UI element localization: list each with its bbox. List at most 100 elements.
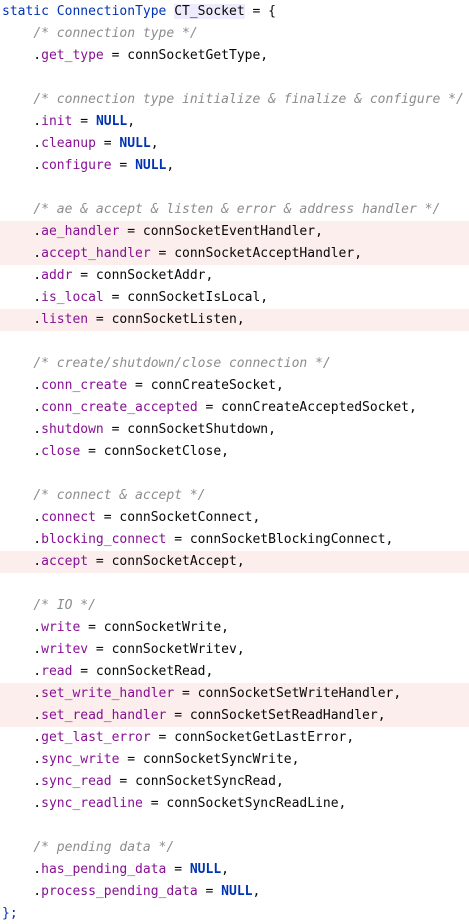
code-token: = connSocketSetReadHandler, (166, 708, 386, 723)
struct-field-name: accept (41, 554, 89, 569)
code-line[interactable]: /* connection type */ (0, 23, 469, 45)
code-line-highlighted[interactable]: .listen = connSocketListen, (0, 309, 469, 331)
code-token: . (2, 774, 42, 789)
code-token: = connSocketAddr, (72, 268, 214, 283)
code-token: . (2, 686, 42, 701)
code-line[interactable]: /* create/shutdown/close connection */ (0, 353, 469, 375)
struct-field-name: addr (41, 268, 73, 283)
code-line[interactable] (0, 331, 469, 353)
code-line[interactable]: /* connect & accept */ (0, 485, 469, 507)
code-token: , (166, 158, 175, 173)
null-keyword: NULL (119, 136, 151, 151)
code-token: . (2, 158, 42, 173)
code-token: = connSocketSetWriteHandler, (174, 686, 402, 701)
code-token: . (2, 664, 42, 679)
code-token: . (2, 796, 42, 811)
code-token: = connSocketAcceptHandler, (150, 246, 363, 261)
code-token: . (2, 554, 42, 569)
code-line[interactable]: .get_type = connSocketGetType, (0, 45, 469, 67)
code-line[interactable] (0, 815, 469, 837)
code-line[interactable]: .blocking_connect = connSocketBlockingCo… (0, 529, 469, 551)
code-token: = connSocketGetType, (103, 48, 269, 63)
code-line[interactable]: /* ae & accept & listen & error & addres… (0, 199, 469, 221)
code-line[interactable]: .sync_readline = connSocketSyncReadLine, (0, 793, 469, 815)
code-token: = connSocketRead, (72, 664, 214, 679)
code-token: = (111, 158, 136, 173)
code-line[interactable]: .init = NULL, (0, 111, 469, 133)
code-line[interactable]: .shutdown = connSocketShutdown, (0, 419, 469, 441)
code-token: = connSocketWritev, (88, 642, 245, 657)
code-line[interactable]: .sync_read = connSocketSyncRead, (0, 771, 469, 793)
code-line-highlighted[interactable]: .set_read_handler = connSocketSetReadHan… (0, 705, 469, 727)
code-comment: /* connection type */ (33, 26, 198, 41)
code-line[interactable]: .has_pending_data = NULL, (0, 859, 469, 881)
code-comment: /* create/shutdown/close connection */ (33, 356, 331, 371)
struct-field-name: has_pending_data (41, 862, 167, 877)
code-line-highlighted[interactable]: .ae_handler = connSocketEventHandler, (0, 221, 469, 243)
struct-field-name: configure (41, 158, 112, 173)
code-line-highlighted[interactable]: .accept_handler = connSocketAcceptHandle… (0, 243, 469, 265)
code-line[interactable]: .process_pending_data = NULL, (0, 881, 469, 903)
code-line[interactable] (0, 67, 469, 89)
code-token: = (166, 862, 190, 877)
code-line[interactable]: .is_local = connSocketIsLocal, (0, 287, 469, 309)
code-line[interactable]: .read = connSocketRead, (0, 661, 469, 683)
code-line[interactable]: }; (0, 903, 469, 924)
code-token: = connSocketConnect, (95, 510, 261, 525)
code-token: . (2, 444, 42, 459)
code-token: = connSocketClose, (80, 444, 229, 459)
struct-field-name: sync_write (41, 752, 120, 767)
code-line[interactable]: .cleanup = NULL, (0, 133, 469, 155)
code-token: . (2, 224, 42, 239)
code-token: . (2, 862, 42, 877)
code-line-highlighted[interactable]: .accept = connSocketAccept, (0, 551, 469, 573)
code-line-highlighted[interactable]: .set_write_handler = connSocketSetWriteH… (0, 683, 469, 705)
struct-field-name: set_write_handler (41, 686, 175, 701)
struct-field-name: get_last_error (41, 730, 151, 745)
code-line[interactable]: .connect = connSocketConnect, (0, 507, 469, 529)
code-token: . (2, 708, 42, 723)
code-token: . (2, 620, 42, 635)
code-line[interactable]: .configure = NULL, (0, 155, 469, 177)
code-editor[interactable]: static ConnectionType CT_Socket = { /* c… (0, 0, 469, 924)
code-token: = connSocketEventHandler, (119, 224, 323, 239)
code-token: . (2, 642, 42, 657)
code-line[interactable] (0, 463, 469, 485)
code-token: = connCreateAcceptedSocket, (197, 400, 417, 415)
code-line[interactable]: .writev = connSocketWritev, (0, 639, 469, 661)
code-line[interactable]: .conn_create = connCreateSocket, (0, 375, 469, 397)
code-line[interactable]: .conn_create_accepted = connCreateAccept… (0, 397, 469, 419)
code-comment: /* IO */ (33, 598, 96, 613)
null-keyword: NULL (221, 884, 253, 899)
code-line[interactable] (0, 177, 469, 199)
code-line[interactable]: /* IO */ (0, 595, 469, 617)
code-comment: /* ae & accept & listen & error & addres… (33, 202, 441, 217)
code-token: . (2, 48, 42, 63)
struct-field-name: conn_create (41, 378, 128, 393)
code-token: . (2, 730, 42, 745)
code-line[interactable] (0, 573, 469, 595)
code-token: . (2, 752, 42, 767)
code-lines: static ConnectionType CT_Socket = { /* c… (0, 1, 469, 924)
code-token: = connSocketSyncReadLine, (142, 796, 347, 811)
struct-field-name: conn_create_accepted (41, 400, 198, 415)
struct-field-name: ae_handler (41, 224, 120, 239)
struct-field-name: write (41, 620, 81, 635)
struct-field-name: close (41, 444, 81, 459)
struct-field-name: cleanup (41, 136, 96, 151)
code-comment: /* connection type initialize & finalize… (33, 92, 464, 107)
code-line[interactable]: .close = connSocketClose, (0, 441, 469, 463)
code-line[interactable]: .get_last_error = connSocketGetLastError… (0, 727, 469, 749)
struct-field-name: sync_readline (41, 796, 143, 811)
code-line[interactable]: /* connection type initialize & finalize… (0, 89, 469, 111)
code-line[interactable]: .addr = connSocketAddr, (0, 265, 469, 287)
code-line[interactable]: /* pending data */ (0, 837, 469, 859)
code-line[interactable]: .sync_write = connSocketSyncWrite, (0, 749, 469, 771)
code-line[interactable]: .write = connSocketWrite, (0, 617, 469, 639)
code-line[interactable]: static ConnectionType CT_Socket = { (0, 1, 469, 23)
code-token: = connSocketBlockingConnect, (166, 532, 394, 547)
code-token: = connSocketSyncRead, (111, 774, 284, 789)
